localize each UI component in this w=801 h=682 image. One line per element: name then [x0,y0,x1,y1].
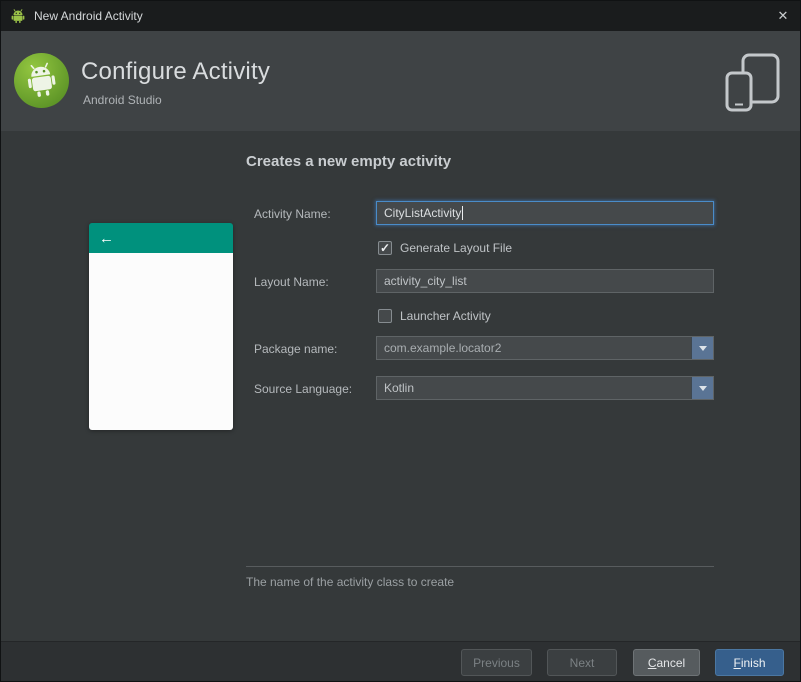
field-hint: The name of the activity class to create [246,575,455,589]
activity-name-input[interactable]: CityListActivity [376,201,714,225]
dialog-button-bar: Previous Next Cancel Finish [1,641,800,681]
launcher-activity-label[interactable]: Launcher Activity [400,309,491,323]
android-studio-logo-icon [14,53,69,108]
source-language-select[interactable]: Kotlin [376,376,714,400]
launcher-activity-checkbox[interactable] [378,308,392,323]
step-heading: Creates a new empty activity [246,153,452,170]
close-icon: ✕ [777,8,789,23]
launcher-activity-row: Launcher Activity [378,308,491,323]
wizard-title: Configure Activity [81,58,271,85]
dropdown-arrow-icon [698,345,707,351]
layout-name-value: activity_city_list [384,274,467,288]
close-button[interactable]: ✕ [766,1,800,31]
next-button[interactable]: Next [547,649,617,676]
package-name-value: com.example.locator2 [384,341,502,355]
package-name-combobox[interactable]: com.example.locator2 [376,336,714,360]
preview-app-bar: ← [89,223,233,253]
package-name-label: Package name: [254,342,338,356]
window-titlebar: New Android Activity ✕ [1,1,800,31]
checkmark-icon: ✓ [379,240,391,255]
android-icon [11,9,25,24]
layout-name-input[interactable]: activity_city_list [376,269,714,293]
source-language-dropdown-button[interactable] [691,377,713,399]
package-name-dropdown-button[interactable] [691,337,713,359]
devices-icon [725,53,780,112]
activity-preview: ← [89,223,233,430]
generate-layout-label[interactable]: Generate Layout File [400,241,512,255]
back-arrow-icon: ← [99,229,114,247]
source-language-value: Kotlin [384,381,415,395]
window-title: New Android Activity [34,9,143,23]
new-android-activity-dialog: New Android Activity ✕ Configure Activit… [0,0,801,682]
preview-body [89,253,233,430]
wizard-subtitle: Android Studio [83,93,162,107]
source-language-label: Source Language: [254,382,353,396]
generate-layout-checkbox[interactable]: ✓ [378,240,392,255]
wizard-header: Configure Activity Android Studio [1,31,800,131]
text-caret [462,206,464,220]
finish-button[interactable]: Finish [715,649,784,676]
cancel-button[interactable]: Cancel [633,649,700,676]
activity-name-value: CityListActivity [384,206,462,220]
form-separator [246,566,714,567]
layout-name-label: Layout Name: [254,275,329,289]
dropdown-arrow-icon [698,385,707,391]
activity-name-label: Activity Name: [254,207,331,221]
previous-button[interactable]: Previous [461,649,532,676]
wizard-content: Creates a new empty activity ← Activity … [1,131,800,641]
generate-layout-row: ✓ Generate Layout File [378,240,512,255]
